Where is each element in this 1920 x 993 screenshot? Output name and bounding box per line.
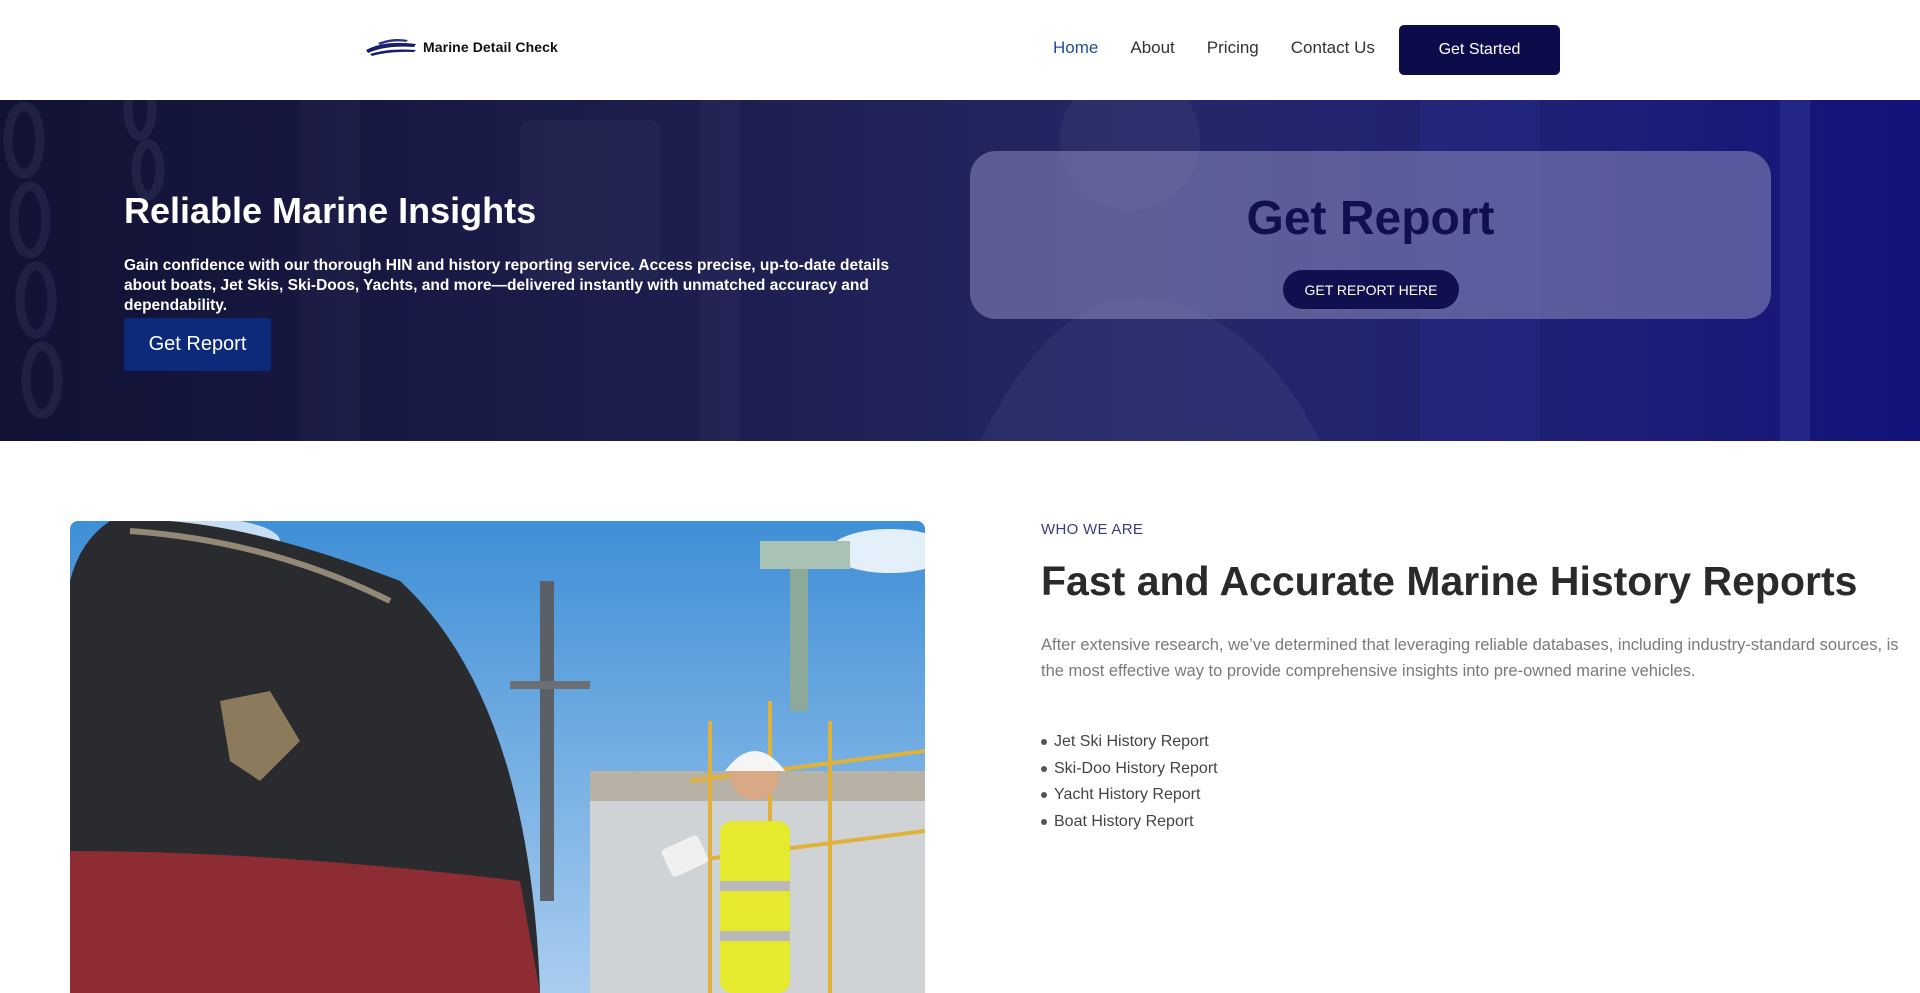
list-item: Boat History Report	[1041, 809, 1218, 836]
get-report-here-button[interactable]: GET REPORT HERE	[1283, 270, 1459, 309]
hero-title: Reliable Marine Insights	[124, 190, 537, 231]
list-item: Ski-Doo History Report	[1041, 756, 1218, 783]
get-report-card: Get Report GET REPORT HERE	[970, 151, 1771, 319]
section-description: After extensive research, we’ve determin…	[1041, 636, 1899, 680]
hero-description: Gain confidence with our thorough HIN an…	[124, 257, 890, 314]
list-item: Yacht History Report	[1041, 782, 1218, 809]
bullet-icon	[1041, 818, 1047, 825]
section-title: Fast and Accurate Marine History Reports	[1041, 558, 1858, 604]
bullet-icon	[1041, 765, 1047, 772]
nav-contact-us[interactable]: Contact Us	[1291, 38, 1375, 58]
bullet-icon	[1041, 739, 1047, 746]
bullet-icon	[1041, 792, 1047, 799]
get-started-button[interactable]: Get Started	[1399, 25, 1560, 75]
list-item-label: Jet Ski History Report	[1054, 733, 1209, 750]
list-item-label: Yacht History Report	[1054, 786, 1201, 803]
logo[interactable]: Marine Detail Check	[364, 36, 558, 58]
list-item-label: Boat History Report	[1054, 812, 1194, 830]
nav-home[interactable]: Home	[1053, 38, 1098, 58]
card-title: Get Report	[1246, 192, 1495, 245]
ship-inspection-photo	[70, 521, 925, 993]
section-eyebrow: WHO WE ARE	[1041, 521, 1144, 538]
nav-about[interactable]: About	[1130, 38, 1174, 58]
site-header: Marine Detail Check Home About Pricing C…	[0, 0, 1920, 100]
boat-logo-icon	[366, 39, 416, 56]
list-item-label: Ski-Doo History Report	[1054, 759, 1218, 777]
logo-text: Marine Detail Check	[423, 39, 558, 55]
main-nav: Home About Pricing Contact Us	[1053, 38, 1407, 58]
list-item: Jet Ski History Report	[1041, 729, 1218, 756]
report-type-list: Jet Ski History Report Ski-Doo History R…	[1041, 729, 1218, 835]
hero-section: Reliable Marine Insights Gain confidence…	[0, 100, 1920, 441]
hero-get-report-button[interactable]: Get Report	[124, 318, 271, 371]
nav-pricing[interactable]: Pricing	[1207, 38, 1259, 58]
